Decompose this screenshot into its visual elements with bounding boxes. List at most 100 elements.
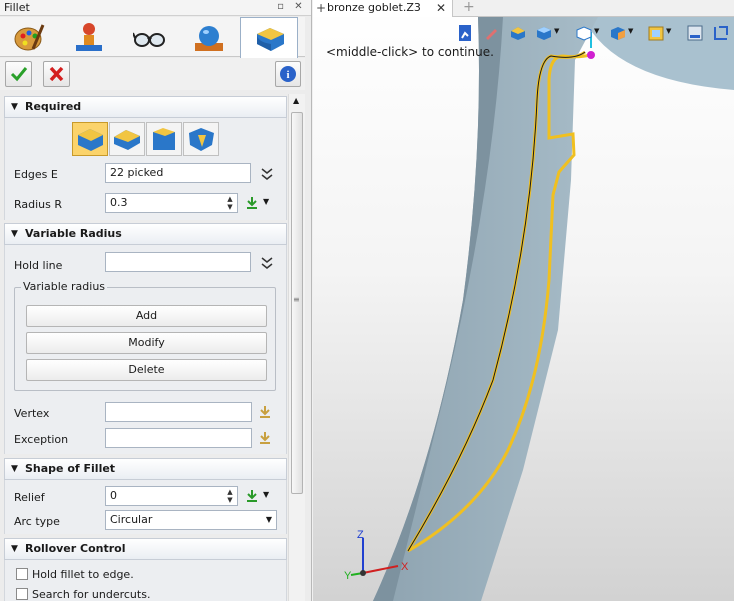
view-toolbar: ▼ ▼ ▼ ▼ (457, 23, 734, 45)
action-bar: i (0, 58, 305, 90)
view-cube-icon[interactable] (575, 25, 593, 41)
hold-fillet-label: Hold fillet to edge. (32, 568, 134, 581)
fillet-type-constant[interactable] (72, 122, 108, 156)
arc-type-select[interactable]: Circular ▼ (105, 510, 277, 530)
restore-icon[interactable]: ▫ (274, 1, 287, 14)
edges-field[interactable]: 22 picked (105, 163, 251, 183)
relief-input[interactable]: 0 ▲ ▼ (105, 486, 238, 506)
dropdown-arrow-icon[interactable]: ▼ (628, 27, 633, 35)
glasses-icon (133, 32, 165, 47)
exit-icon[interactable] (457, 24, 473, 42)
middle-click-hint: <middle-click> to continue. (326, 45, 494, 59)
section-rollover-body: Hold fillet to edge. Search for undercut… (4, 560, 287, 601)
section-required-header[interactable]: ▼ Required (4, 96, 287, 118)
close-panel-icon[interactable]: ✕ (292, 1, 305, 14)
fillet-type-variable[interactable] (109, 122, 145, 156)
ok-button[interactable] (5, 61, 32, 87)
exception-field[interactable] (105, 428, 252, 448)
add-button[interactable]: Add (26, 305, 267, 327)
x-icon (49, 66, 64, 82)
info-icon: i (280, 66, 296, 82)
svg-text:i: i (286, 69, 289, 81)
section-variable-radius-header[interactable]: ▼ Variable Radius (4, 223, 287, 245)
new-tab-icon[interactable]: + (463, 0, 475, 15)
pick-arrow-icon[interactable] (257, 404, 273, 420)
panel-scrollbar[interactable]: ▲ ≡ (288, 94, 305, 601)
arc-type-label: Arc type (14, 515, 60, 528)
axis-y-label: Y (344, 570, 352, 582)
pencil-icon[interactable] (483, 25, 499, 41)
scroll-up-icon[interactable]: ▲ (293, 96, 299, 105)
tab-fillet[interactable] (240, 17, 298, 58)
dropdown-arrow-icon[interactable]: ▼ (594, 27, 599, 35)
vertex-label: Vertex (14, 407, 50, 420)
selection-point-marker[interactable] (587, 51, 595, 59)
variable-radius-group-label: Variable radius (21, 280, 108, 293)
pick-arrow-icon[interactable] (244, 488, 260, 504)
icon-tab-bar (0, 17, 305, 58)
fillet-type-setback[interactable] (146, 122, 182, 156)
collapse-arrow-icon: ▼ (11, 102, 18, 112)
hold-line-field[interactable] (105, 252, 251, 272)
fillet-type-group (72, 122, 220, 156)
pin-icon: + (316, 1, 327, 15)
collapse-arrow-icon: ▼ (11, 464, 18, 474)
panel-title: Fillet (4, 1, 30, 14)
vertex-field[interactable] (105, 402, 252, 422)
tab-render[interactable] (180, 17, 238, 57)
pick-arrow-icon[interactable] (244, 195, 260, 211)
modify-button[interactable]: Modify (26, 332, 267, 354)
cancel-button[interactable] (43, 61, 70, 87)
tab-palette[interactable] (0, 17, 58, 57)
radius-spinner[interactable]: ▲ ▼ (225, 195, 235, 211)
edges-label: Edges E (14, 168, 58, 181)
undercuts-checkbox[interactable] (16, 588, 28, 600)
grip-icon: ≡ (293, 295, 300, 304)
document-tab-strip: + bronze goblet.Z3 ✕ + (313, 0, 734, 17)
section-shape-body: Relief 0 ▲ ▼ ▼ Arc type Circular ▼ (4, 480, 287, 534)
dropdown-arrow-icon[interactable]: ▼ (554, 27, 559, 35)
axis-z-label: Z (357, 529, 364, 541)
shaded-view-icon[interactable] (509, 25, 527, 41)
relief-label: Relief (14, 491, 45, 504)
section-required-body: Edges E 22 picked Radius R 0.3 ▲ ▼ ▼ (4, 118, 287, 220)
radius-input[interactable]: 0.3 ▲ ▼ (105, 193, 238, 213)
dropdown-arrow-icon[interactable]: ▼ (666, 27, 671, 35)
close-tab-icon[interactable]: ✕ (436, 0, 446, 16)
pick-arrow-icon[interactable] (257, 430, 273, 446)
axis-x-label: X (401, 561, 409, 573)
section-rollover-header[interactable]: ▼ Rollover Control (4, 538, 287, 560)
fillet-panel: Fillet ▫ ✕ i ▼ Required Edges E 22 picke… (0, 0, 312, 601)
options-content: ▼ Required Edges E 22 picked Radius R 0.… (4, 94, 287, 601)
hold-fillet-checkbox[interactable] (16, 568, 28, 580)
expand-chevron-icon[interactable] (259, 166, 275, 182)
collapse-arrow-icon: ▼ (11, 229, 18, 239)
dropdown-arrow-icon[interactable]: ▼ (263, 490, 269, 499)
tab-bronze-goblet[interactable]: + bronze goblet.Z3 ✕ (313, 0, 453, 17)
fillet-tool-icon (257, 28, 284, 51)
tab-stamp[interactable] (60, 17, 118, 57)
section-view-icon[interactable] (647, 25, 665, 41)
delete-button[interactable]: Delete (26, 359, 267, 381)
exception-label: Exception (14, 433, 69, 446)
section-shape-header[interactable]: ▼ Shape of Fillet (4, 458, 287, 480)
window-icon[interactable] (687, 25, 703, 41)
tab-glasses[interactable] (120, 17, 178, 57)
relief-spinner[interactable]: ▲ ▼ (225, 488, 235, 504)
model-canvas[interactable]: Z X Y (313, 0, 734, 601)
expand-chevron-icon[interactable] (259, 255, 275, 271)
undercuts-label: Search for undercuts. (32, 588, 151, 601)
display-mode-icon[interactable] (535, 25, 553, 41)
dropdown-arrow-icon[interactable]: ▼ (263, 197, 269, 206)
collapse-arrow-icon: ▼ (11, 544, 18, 554)
fit-view-icon[interactable] (713, 25, 729, 41)
palette-icon (14, 24, 45, 51)
checkmark-icon (10, 67, 28, 82)
help-button[interactable]: i (275, 61, 301, 87)
3d-viewport[interactable]: Z X Y <middle-click> to continue. ▼ ▼ ▼ … (313, 0, 734, 601)
orient-icon[interactable] (609, 25, 627, 41)
chevron-down-icon: ▼ (265, 515, 272, 524)
fillet-type-vertex[interactable] (183, 122, 219, 156)
scroll-thumb[interactable]: ≡ (291, 112, 303, 494)
panel-titlebar: Fillet ▫ ✕ (0, 0, 311, 16)
